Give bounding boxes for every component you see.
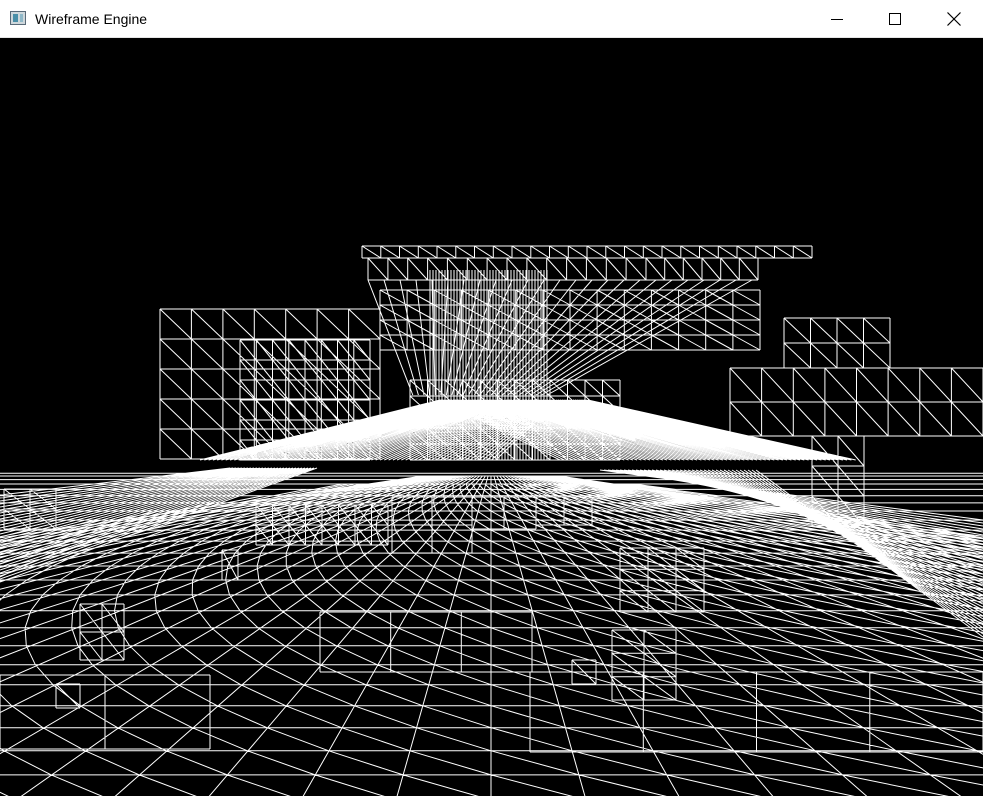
minimize-button[interactable] (808, 0, 866, 38)
window-title: Wireframe Engine (35, 11, 148, 27)
close-button[interactable] (925, 0, 983, 38)
maximize-icon (889, 13, 901, 25)
wireframe-scene (0, 245, 983, 796)
close-icon (947, 12, 961, 26)
wireframe-lines (0, 245, 983, 796)
minimize-icon (831, 19, 843, 20)
app-icon (10, 11, 26, 25)
title-bar[interactable]: Wireframe Engine (0, 0, 983, 38)
render-viewport[interactable] (0, 38, 983, 796)
app-window: Wireframe Engine (0, 0, 983, 796)
maximize-button[interactable] (866, 0, 924, 38)
